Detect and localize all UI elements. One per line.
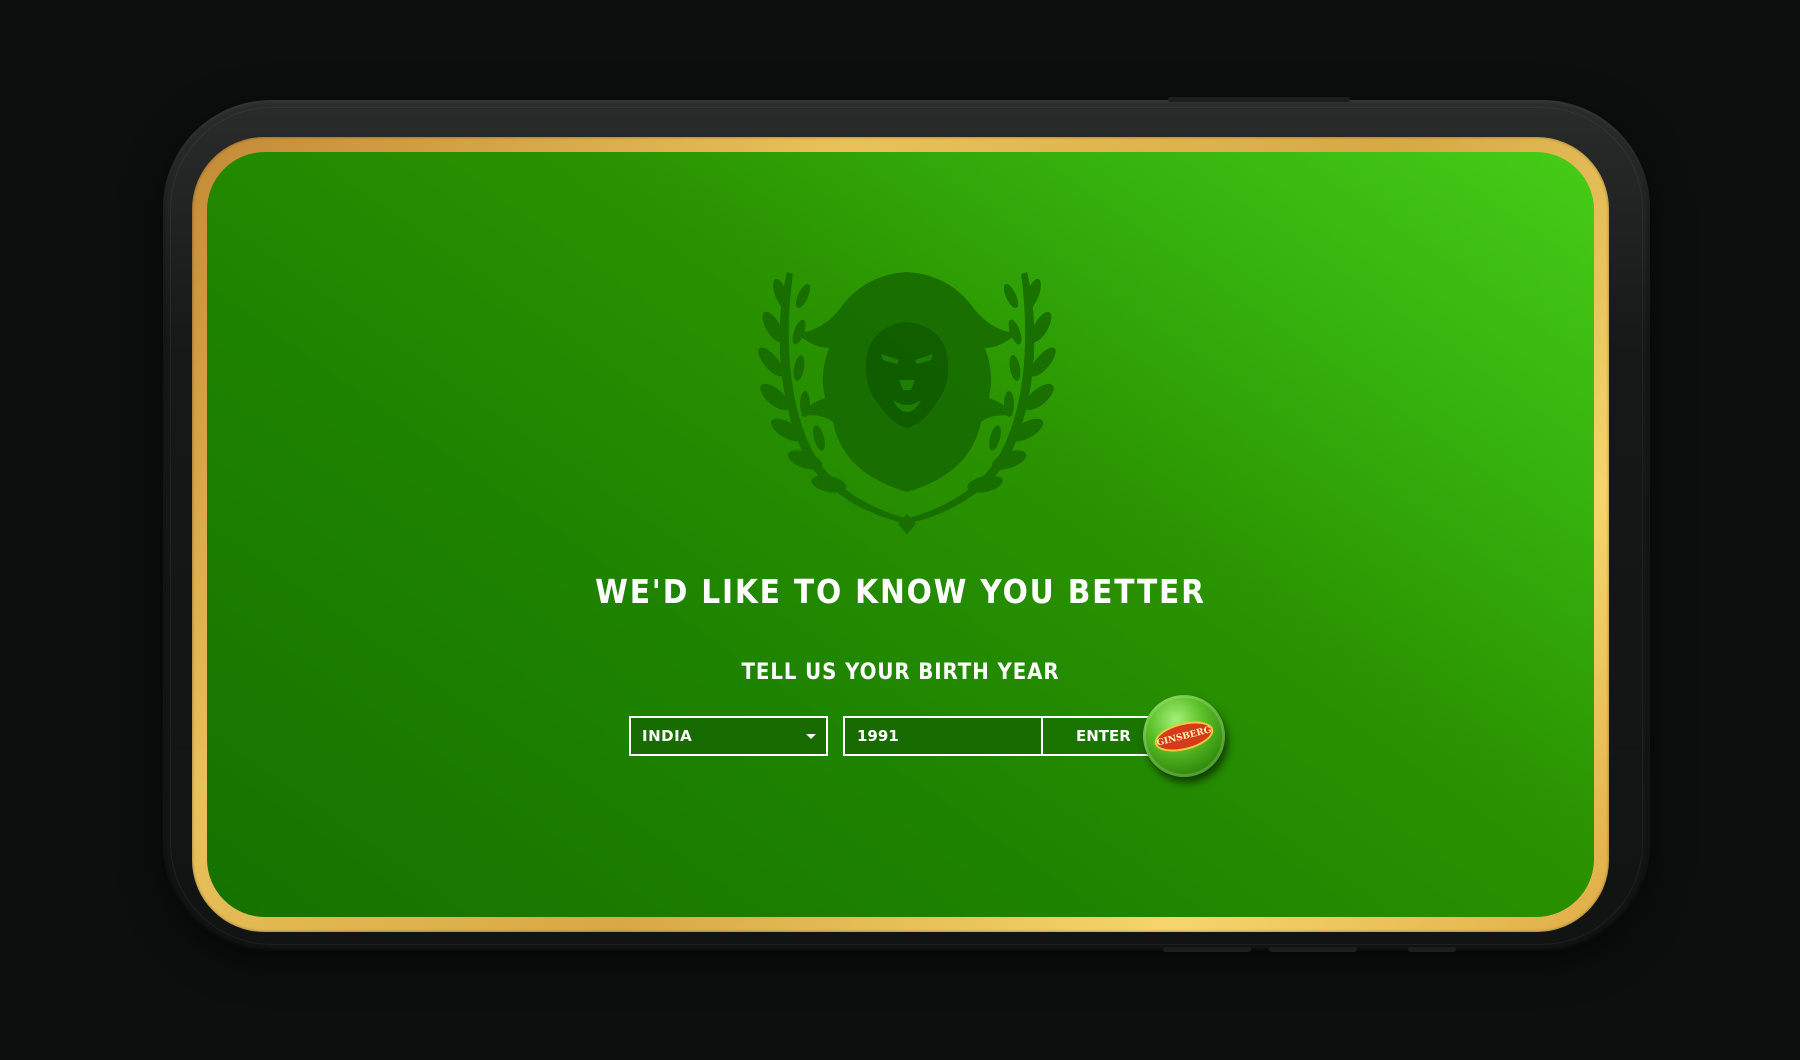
phone-bottom-button	[1408, 947, 1456, 952]
brand-badge-text: GINSBERG	[1155, 724, 1213, 748]
phone-bottom-button	[1163, 947, 1251, 952]
brand-badge: GINSBERG	[1151, 715, 1217, 757]
phone-top-button	[1168, 97, 1350, 102]
age-gate-screen: WE'D LIKE TO KNOW YOU BETTER TELL US YOU…	[207, 152, 1594, 917]
birth-year-prompt: TELL US YOUR BIRTH YEAR	[741, 660, 1060, 685]
birth-year-form: ENTER	[843, 716, 1157, 756]
page-headline: WE'D LIKE TO KNOW YOU BETTER	[595, 572, 1206, 611]
birth-year-input[interactable]	[845, 718, 1043, 754]
lion-laurel-crest-icon	[758, 272, 1056, 534]
country-selected-value: INDIA	[642, 727, 693, 745]
enter-button[interactable]: ENTER	[1043, 718, 1155, 754]
country-dropdown[interactable]: INDIA	[629, 716, 828, 756]
phone-bottom-button	[1269, 947, 1357, 952]
device-stage: WE'D LIKE TO KNOW YOU BETTER TELL US YOU…	[0, 0, 1800, 1060]
caret-down-icon	[806, 733, 816, 739]
bottle-cap-icon[interactable]: GINSBERG	[1143, 695, 1225, 777]
